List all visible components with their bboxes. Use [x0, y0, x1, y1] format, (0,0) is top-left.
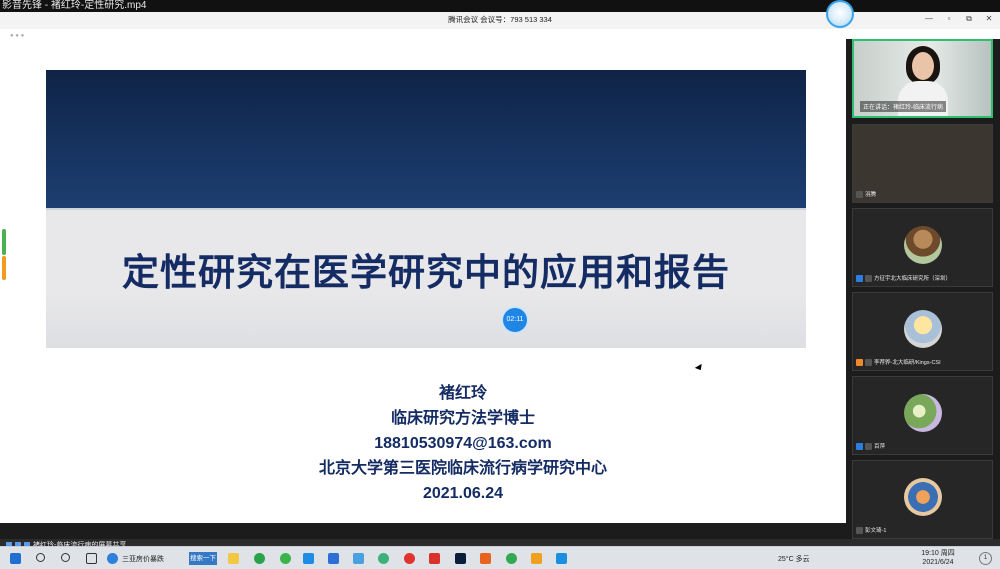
author-affiliation: 北京大学第三医院临床流行病学研究中心	[318, 460, 607, 477]
slide-lower-band	[46, 290, 806, 348]
search-icon[interactable]	[36, 553, 45, 562]
side-handle[interactable]	[0, 229, 8, 281]
weather-status[interactable]: 25°C 多云	[778, 554, 810, 564]
mic-icon	[865, 274, 872, 282]
edge-icon[interactable]	[328, 553, 339, 564]
user-avatar-badge[interactable]	[826, 0, 854, 28]
pin-button[interactable]: —	[924, 14, 934, 24]
avatar	[904, 478, 942, 516]
mail-icon[interactable]	[353, 553, 364, 564]
chrome-icon[interactable]	[404, 553, 415, 564]
participant-name: 方征宇北大临床研究所（深圳）	[874, 276, 952, 282]
avatar	[904, 394, 942, 432]
screen: 影音先锋 - 褚红玲-定性研究.mp4 腾讯会议 会议号：793 513 334…	[0, 0, 1000, 569]
avatar	[904, 310, 942, 348]
clock-date: 2021/6/24	[922, 559, 954, 566]
player-title: 影音先锋 - 褚红玲-定性研究.mp4	[2, 0, 147, 11]
slide-divider	[46, 208, 806, 210]
participant-name: 羽腾	[865, 192, 877, 198]
clock-time: 19:10 周四	[921, 550, 955, 557]
green-indicator	[2, 229, 6, 255]
meeting-app-icon[interactable]	[303, 553, 314, 564]
mic-icon	[865, 358, 872, 366]
participant-label: 羽腾	[856, 189, 876, 199]
participant-label: 李荐骅-北大临研/Kings-CSI	[856, 357, 941, 367]
avatar	[904, 226, 942, 264]
notification-icon[interactable]: 1	[979, 552, 992, 565]
participant-tile-speaker[interactable]: 正在讲话：褚红玲-临床流行病	[852, 39, 993, 118]
participant-label: 方征宇北大临床研究所（深圳）	[856, 273, 951, 283]
meeting-window: 腾讯会议 会议号：793 513 334 — ▫ ⧉ ✕ ● ● ● 定性研究在…	[0, 0, 1000, 551]
participant-tile-2[interactable]: 羽腾	[852, 124, 993, 203]
wechat-icon[interactable]	[254, 553, 265, 564]
news-app-icon[interactable]	[429, 553, 440, 564]
participant-label: 百萍	[856, 441, 885, 451]
mouse-cursor-icon	[694, 363, 705, 373]
orange-indicator	[2, 256, 6, 280]
speaker-face	[912, 52, 934, 80]
cortana-icon[interactable]	[61, 553, 70, 562]
restore-button[interactable]: ⧉	[964, 14, 974, 24]
author-name: 褚红玲	[438, 385, 487, 402]
screen-share-area: 定性研究在医学研究中的应用和报告 02:11 褚红玲 临床研究方法学博士 188…	[0, 44, 846, 523]
participant-name: 百萍	[874, 444, 886, 450]
slide-title: 定性研究在医学研究中的应用和报告	[122, 252, 730, 293]
speaking-label: 正在讲话：褚红玲-临床流行病	[860, 101, 946, 112]
author-email: 18810530974@163.com	[374, 435, 552, 452]
taskbar-window-label[interactable]: 三亚房价暴跌	[122, 554, 164, 564]
user-icon	[856, 442, 863, 450]
player-icon[interactable]	[480, 553, 491, 564]
minimize-button[interactable]: ▫	[944, 14, 954, 24]
participant-tile-6[interactable]: 彭文琦-1	[852, 460, 993, 539]
participant-tile-5[interactable]: 百萍	[852, 376, 993, 455]
presentation-date: 2021.06.24	[422, 485, 504, 502]
participant-tile-3[interactable]: 方征宇北大临床研究所（深圳）	[852, 208, 993, 287]
participant-label: 彭文琦-1	[856, 525, 886, 535]
ie-icon[interactable]	[107, 553, 118, 564]
speaker-body	[898, 81, 948, 116]
security-icon[interactable]	[506, 553, 517, 564]
window-controls: — ▫ ⧉ ✕	[924, 14, 994, 24]
participant-tile-4[interactable]: 李荐骅-北大临研/Kings-CSI	[852, 292, 993, 371]
user-icon	[856, 358, 863, 366]
windows-start-icon[interactable]	[10, 553, 21, 564]
toolbar-icons: ● ● ●	[10, 33, 25, 39]
participant-name: 彭文琦-1	[865, 528, 887, 534]
participant-panel: 正在讲话：褚红玲-临床流行病 羽腾 方征宇北大临床研究所（深圳） 李荐骅-北大临…	[846, 39, 1000, 539]
mic-icon	[856, 190, 863, 198]
mic-icon	[865, 442, 872, 450]
meeting-taskbar-icon[interactable]	[556, 553, 567, 564]
search-button[interactable]: 搜索一下	[189, 552, 217, 565]
slide-header-band	[46, 70, 806, 208]
time-badge[interactable]: 02:11	[503, 308, 527, 332]
author-title: 临床研究方法学博士	[390, 410, 535, 427]
mic-icon	[856, 526, 863, 534]
folder-icon[interactable]	[228, 553, 239, 564]
user-icon	[856, 274, 863, 282]
clock[interactable]: 19:10 周四 2021/6/24	[910, 549, 966, 567]
photoshop-icon[interactable]	[455, 553, 466, 564]
close-button[interactable]: ✕	[984, 14, 994, 24]
taskbar: 三亚房价暴跌 搜索一下 25°C 多云 19:10 周四 2021/6/24 1	[0, 546, 1000, 569]
tool-app-icon[interactable]	[531, 553, 542, 564]
participant-name: 李荐骅-北大临研/Kings-CSI	[874, 360, 941, 366]
slide: 定性研究在医学研究中的应用和报告	[46, 70, 806, 348]
browser-icon[interactable]	[280, 553, 291, 564]
360-browser-icon[interactable]	[378, 553, 389, 564]
task-view-icon[interactable]	[86, 553, 97, 564]
author-info: 褚红玲 临床研究方法学博士 18810530974@163.com 北京大学第三…	[0, 381, 846, 506]
